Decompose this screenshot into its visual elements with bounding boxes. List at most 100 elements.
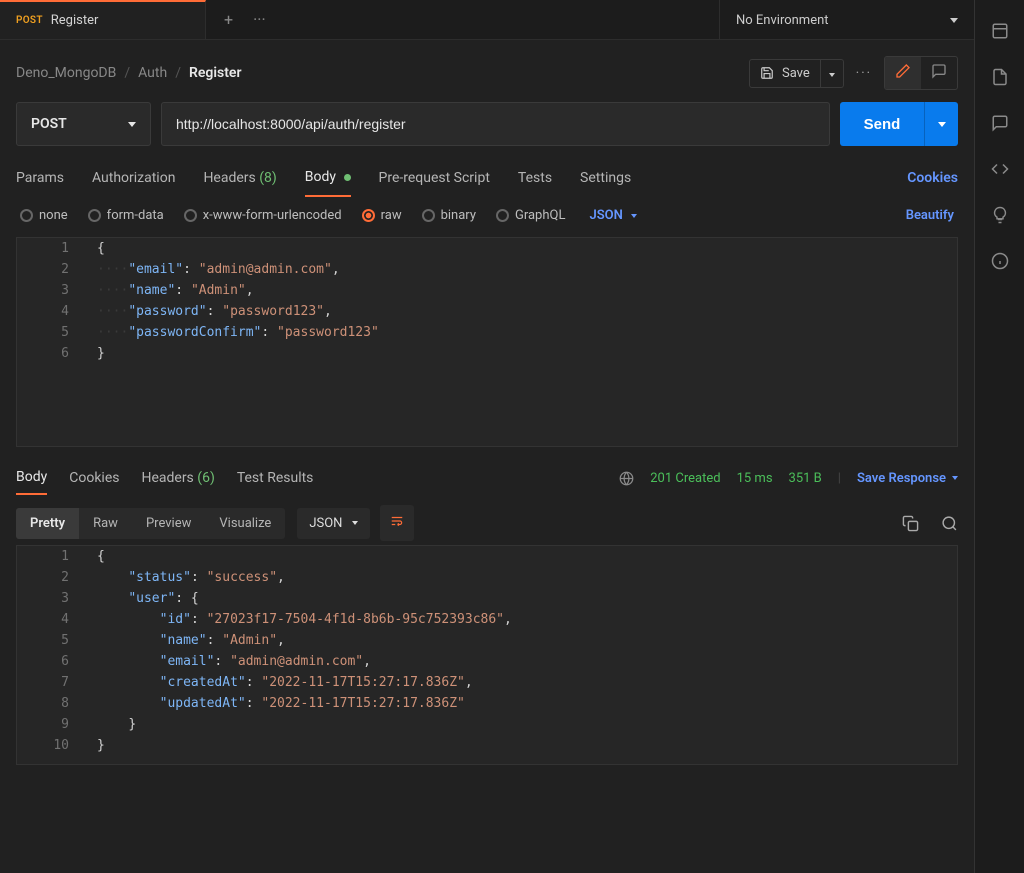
resp-json-label: JSON — [309, 516, 342, 531]
tab-overflow-button[interactable]: ··· — [253, 10, 266, 29]
crumb-collection[interactable]: Deno_MongoDB — [16, 65, 116, 81]
response-view-row: Pretty Raw Preview Visualize JSON — [0, 501, 974, 541]
sidebar-bulb-icon[interactable] — [991, 206, 1009, 224]
url-input[interactable] — [161, 102, 830, 146]
breadcrumb-sep: / — [175, 65, 181, 81]
view-raw[interactable]: Raw — [79, 508, 132, 539]
radio-label: GraphQL — [515, 208, 565, 223]
resp-tab-testresults[interactable]: Test Results — [237, 462, 314, 494]
view-pretty[interactable]: Pretty — [16, 508, 79, 539]
cookies-link[interactable]: Cookies — [907, 170, 958, 186]
chevron-down-icon — [352, 521, 358, 525]
sidebar-comments-icon[interactable] — [991, 114, 1009, 132]
save-icon — [760, 66, 774, 80]
save-dropdown[interactable] — [821, 59, 844, 88]
layout-build-button[interactable] — [885, 57, 921, 89]
right-rail — [974, 0, 1024, 873]
method-select[interactable]: POST — [16, 102, 151, 146]
sidebar-code-icon[interactable] — [991, 160, 1009, 178]
radio-formdata[interactable]: form-data — [88, 208, 164, 223]
breadcrumb-sep: / — [124, 65, 130, 81]
tab-authorization[interactable]: Authorization — [92, 160, 175, 196]
line-gutter: 123456 — [17, 238, 81, 446]
comment-icon — [931, 63, 947, 79]
request-tabs: Params Authorization Headers (8) Body Pr… — [0, 158, 974, 198]
send-dropdown[interactable] — [924, 102, 958, 146]
tab-tests[interactable]: Tests — [518, 160, 552, 196]
environment-label: No Environment — [736, 13, 829, 28]
sidebar-docs-icon[interactable] — [991, 68, 1009, 86]
radio-label: none — [39, 208, 68, 223]
resp-headers-count: (6) — [197, 470, 215, 486]
resp-tab-cookies[interactable]: Cookies — [69, 462, 119, 494]
response-body-viewer[interactable]: 12345678910 { "status": "success", "user… — [16, 545, 958, 765]
code-content: { ····"email": "admin@admin.com", ····"n… — [81, 238, 957, 364]
view-preview[interactable]: Preview — [132, 508, 205, 539]
copy-icon[interactable] — [902, 515, 919, 532]
line-gutter: 12345678910 — [17, 546, 81, 764]
json-label: JSON — [589, 208, 622, 223]
tab-settings[interactable]: Settings — [580, 160, 631, 196]
send-button[interactable]: Send — [840, 102, 924, 146]
radio-icon — [184, 209, 197, 222]
new-tab-button[interactable]: + — [224, 10, 233, 29]
tab-method-label: POST — [16, 15, 43, 26]
code-content: { "status": "success", "user": { "id": "… — [81, 546, 957, 756]
resp-tab-headers[interactable]: Headers (6) — [141, 462, 214, 494]
response-tabs: Body Cookies Headers (6) Test Results 20… — [0, 447, 974, 501]
save-label: Save — [782, 66, 810, 81]
tabs-row: POST Register + ··· No Environment — [0, 0, 974, 40]
radio-urlencoded[interactable]: x-www-form-urlencoded — [184, 208, 342, 223]
url-row: POST Send — [0, 102, 974, 158]
radio-graphql[interactable]: GraphQL — [496, 208, 565, 223]
body-type-row: none form-data x-www-form-urlencoded raw… — [0, 198, 974, 229]
chevron-down-icon — [950, 18, 958, 23]
search-icon[interactable] — [941, 515, 958, 532]
radio-binary[interactable]: binary — [422, 208, 476, 223]
environment-selector[interactable]: No Environment — [719, 0, 974, 40]
method-label: POST — [31, 116, 67, 132]
headers-label: Headers — [203, 170, 255, 186]
chevron-down-icon — [829, 73, 835, 77]
crumb-current: Register — [189, 65, 242, 81]
radio-label: x-www-form-urlencoded — [203, 208, 342, 223]
crumb-folder[interactable]: Auth — [138, 65, 167, 81]
radio-label: form-data — [107, 208, 164, 223]
tab-register[interactable]: POST Register — [0, 0, 206, 39]
save-response-dropdown[interactable]: Save Response — [857, 471, 958, 486]
radio-icon — [496, 209, 509, 222]
breadcrumb: Deno_MongoDB / Auth / Register — [16, 65, 241, 81]
more-options-button[interactable]: ··· — [856, 66, 872, 81]
view-visualize[interactable]: Visualize — [205, 508, 285, 539]
tab-prerequest[interactable]: Pre-request Script — [379, 160, 490, 196]
radio-label: raw — [381, 208, 402, 223]
headers-count: (8) — [259, 170, 277, 186]
tab-title: Register — [51, 13, 99, 28]
response-status: 201 Created — [650, 471, 720, 486]
sidebar-info-icon[interactable] — [991, 252, 1009, 270]
chevron-down-icon — [952, 476, 958, 480]
response-format-dropdown[interactable]: JSON — [297, 508, 370, 539]
tab-body[interactable]: Body — [305, 159, 351, 197]
radio-none[interactable]: none — [20, 208, 68, 223]
layout-comment-button[interactable] — [921, 57, 957, 89]
radio-raw[interactable]: raw — [362, 208, 402, 223]
body-label: Body — [305, 169, 336, 185]
breadcrumb-row: Deno_MongoDB / Auth / Register Save ··· — [0, 40, 974, 102]
globe-icon[interactable] — [619, 471, 634, 486]
wrap-icon — [390, 514, 404, 528]
chevron-down-icon — [631, 214, 637, 218]
request-body-editor[interactable]: 123456 { ····"email": "admin@admin.com",… — [16, 237, 958, 447]
save-button[interactable]: Save — [749, 59, 821, 88]
body-format-dropdown[interactable]: JSON — [589, 208, 636, 223]
save-response-label: Save Response — [857, 471, 946, 486]
beautify-button[interactable]: Beautify — [906, 208, 954, 223]
response-time: 15 ms — [737, 471, 773, 486]
sidebar-collection-icon[interactable] — [991, 22, 1009, 40]
resp-tab-body[interactable]: Body — [16, 461, 47, 495]
tab-headers[interactable]: Headers (8) — [203, 160, 276, 196]
wrap-lines-button[interactable] — [380, 505, 414, 541]
view-segment: Pretty Raw Preview Visualize — [16, 508, 285, 539]
tab-params[interactable]: Params — [16, 160, 64, 196]
chevron-down-icon — [128, 122, 136, 127]
